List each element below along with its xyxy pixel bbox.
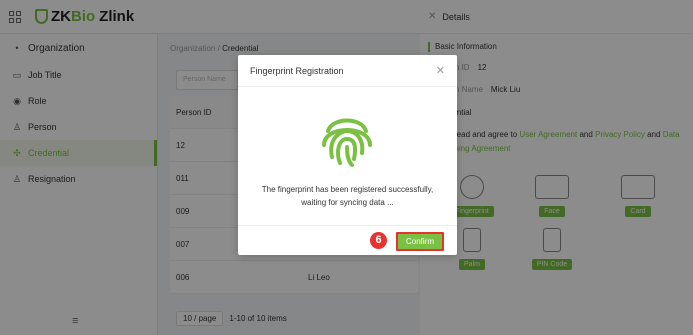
dialog-message: The fingerprint has been registered succ… (250, 183, 445, 209)
dialog-title: Fingerprint Registration (250, 65, 344, 76)
fingerprint-registration-dialog: Fingerprint Registration ✕ The fingerpri… (238, 55, 457, 255)
confirm-button[interactable]: Confirm (396, 232, 444, 251)
step-number-badge: 6 (370, 232, 387, 249)
message-line: waiting for syncing data ... (301, 198, 394, 207)
fingerprint-icon (322, 118, 372, 167)
message-line: The fingerprint has been registered succ… (261, 185, 434, 194)
dialog-header: Fingerprint Registration ✕ (238, 55, 457, 87)
close-icon[interactable]: ✕ (436, 64, 445, 77)
details-backdrop (420, 0, 693, 335)
